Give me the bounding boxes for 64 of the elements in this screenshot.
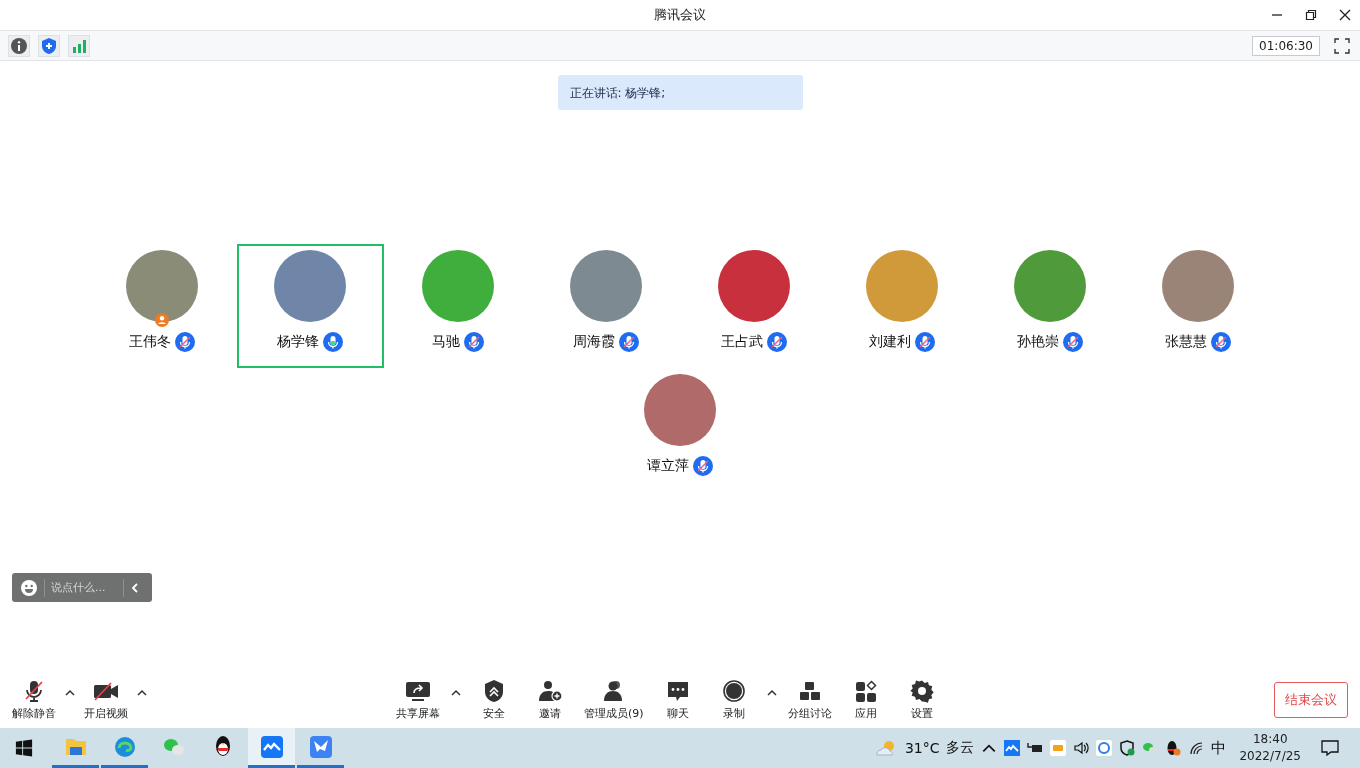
invite-icon [536,679,564,703]
fullscreen-icon[interactable] [1334,37,1350,54]
toolbar-button[interactable]: 邀请 [524,679,576,721]
chat-input-field[interactable]: 说点什么... [51,581,117,594]
wifi-icon[interactable] [1188,740,1205,756]
caret-icon[interactable] [765,689,778,697]
end-meeting-button[interactable]: 结束会议 [1274,682,1348,718]
collapse-chevron-icon[interactable] [130,581,140,594]
participant-tile[interactable]: 谭立萍 [606,368,754,492]
meeting-app-icon [259,734,284,759]
toolbar-button[interactable]: 分组讨论 [783,679,836,721]
participant-name: 孙艳崇 [1017,333,1059,351]
info-icon[interactable] [8,34,30,57]
emoji-icon[interactable] [20,578,38,597]
toolbar-button[interactable]: 应用 [839,679,892,721]
meeting-timer: 01:06:30 [1252,35,1320,56]
signal-icon[interactable] [68,34,90,57]
input-method-indicator[interactable]: 中 [1211,738,1227,758]
meeting-app-icon[interactable] [1004,740,1021,756]
caret-icon[interactable] [450,689,462,697]
speaking-banner: 正在讲话: 杨学锋; [557,75,803,110]
toolbar-button[interactable]: 聊天 [651,679,704,721]
clock-time: 18:40 [1252,731,1288,748]
participant-tile[interactable]: 杨学锋 [236,244,384,368]
participant-name: 谭立萍 [647,457,689,475]
clock-date: 2022/7/25 [1239,748,1301,765]
participant-name: 刘建利 [869,333,911,351]
participant-tile[interactable]: 张慧慧 [1124,244,1272,368]
speaker-icon[interactable] [1073,740,1090,756]
close-icon[interactable] [1338,8,1352,22]
toolbar-button[interactable]: 录制 [707,679,760,721]
toolbar-button[interactable]: 安全 [468,679,520,721]
participant-name: 王伟冬 [129,333,171,351]
participant-name: 王占武 [721,333,763,351]
toolbar-button[interactable]: 管理成员(9) [580,679,648,721]
browser-icon [112,734,137,759]
share-icon [404,679,432,703]
shield-icon[interactable] [38,34,60,57]
start-menu-icon[interactable] [15,739,33,757]
toolbar-button[interactable]: 解除静音 [8,679,60,721]
temperature-text: 31°C [904,740,940,756]
bird-icon [308,734,333,759]
notification-icon[interactable] [1320,738,1340,758]
participant-tile[interactable]: 马驰 [384,244,532,368]
restore-icon[interactable] [1304,8,1318,22]
participant-tile[interactable]: 孙艳崇 [976,244,1124,368]
caret-icon[interactable] [64,689,76,697]
window-title: 腾讯会议 [654,6,706,24]
participant-tile[interactable]: 刘建利 [828,244,976,368]
toolbar-button[interactable]: 共享屏幕 [392,679,444,721]
shield-check-icon[interactable] [1119,740,1136,756]
tray-app-icon[interactable] [1096,740,1113,756]
toolbar-button[interactable]: 设置 [895,679,948,721]
participant-tile[interactable]: 王伟冬 [88,244,236,368]
participant-name: 马驰 [432,333,460,351]
participant-tile[interactable]: 王占武 [680,244,828,368]
caret-icon[interactable] [136,689,148,697]
weather-text: 多云 [946,739,975,757]
participant-tile[interactable]: 周海霞 [532,244,680,368]
toolbar-button[interactable]: 开启视频 [80,679,132,721]
penguin-icon[interactable] [1165,740,1182,756]
participant-name: 周海霞 [573,333,615,351]
participant-name: 张慧慧 [1165,333,1207,351]
participant-name: 杨学锋 [277,333,319,351]
